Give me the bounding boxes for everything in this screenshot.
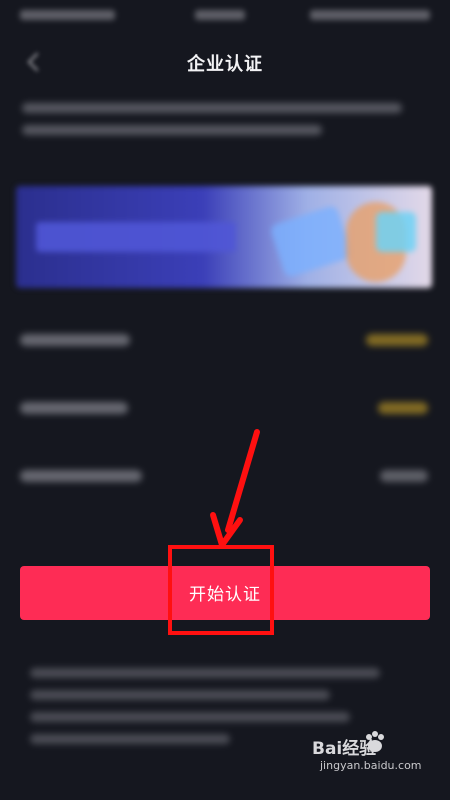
start-verification-button[interactable]: 开始认证: [20, 566, 430, 620]
benefit-badge-blur: [366, 334, 428, 346]
enterprise-verification-screen: 企业认证 开始认证 Bai经验 jingyan.baidu.com: [0, 0, 450, 800]
benefit-label-blur: [20, 334, 130, 346]
promo-banner[interactable]: [16, 186, 432, 288]
footer-line: [30, 690, 330, 700]
status-bar: [0, 0, 450, 30]
footer-line: [30, 712, 350, 722]
footer-line: [30, 668, 380, 678]
status-time-blur: [195, 10, 245, 20]
intro-line: [22, 103, 402, 113]
status-icons-blur: [310, 10, 430, 20]
benefit-row: [20, 396, 430, 420]
watermark-url: jingyan.baidu.com: [320, 759, 422, 772]
intro-description: [22, 103, 422, 147]
benefit-row: [20, 464, 430, 488]
start-verification-label: 开始认证: [189, 584, 261, 605]
benefit-label-blur: [20, 402, 128, 414]
watermark-brand: Bai经验: [312, 739, 377, 759]
footer-line: [30, 734, 230, 744]
baidu-jingyan-watermark: Bai经验 jingyan.baidu.com: [312, 731, 432, 782]
banner-illustration: [376, 212, 416, 252]
benefit-row: [20, 328, 430, 352]
banner-headline-blur: [36, 222, 236, 252]
banner-illustration: [269, 204, 353, 279]
page-title: 企业认证: [187, 54, 263, 75]
benefit-value-blur: [380, 470, 428, 482]
status-carrier-blur: [20, 10, 115, 20]
benefit-label-blur: [20, 470, 142, 482]
benefit-badge-blur: [378, 402, 428, 414]
top-nav-bar: 企业认证: [0, 40, 450, 84]
intro-line: [22, 125, 322, 135]
